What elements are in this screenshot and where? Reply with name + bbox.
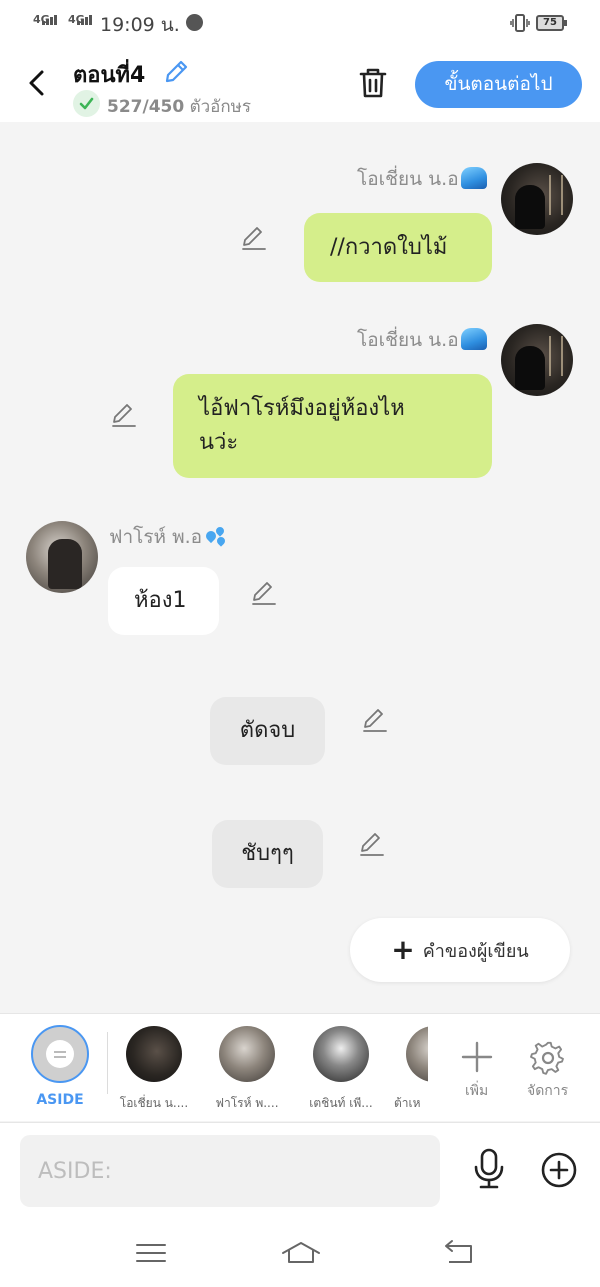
edit-message-icon[interactable] bbox=[361, 706, 389, 734]
message-sender: โอเชี่ยน น.อ bbox=[357, 164, 487, 194]
character-name: ฟาโรห์ พ.... bbox=[215, 1096, 279, 1110]
aside-label: ASIDE bbox=[36, 1092, 84, 1108]
aside-character-button[interactable] bbox=[31, 1025, 89, 1083]
character-avatar-partial[interactable] bbox=[406, 1026, 428, 1082]
system-navigation-bar bbox=[0, 1220, 600, 1287]
character-avatar-techin[interactable] bbox=[313, 1026, 369, 1082]
character-name: ต้าเห bbox=[394, 1096, 421, 1110]
back-arrow-icon[interactable] bbox=[22, 66, 52, 100]
narration-bubble[interactable]: ตัดจบ bbox=[210, 697, 325, 765]
messenger-icon bbox=[186, 14, 203, 31]
signal-icon bbox=[42, 15, 57, 25]
character-name: โอเชี่ยน น.... bbox=[119, 1096, 189, 1110]
app-header: ตอนที่4 527/450 ตัวอักษร ขั้นตอนต่อไป bbox=[0, 46, 600, 122]
message-bubble[interactable]: ไอ้ฟาโรห์มึงอยู่ห้องไห นว่ะ bbox=[173, 374, 492, 478]
vibrate-icon bbox=[510, 14, 530, 32]
character-selector: ASIDE โอเชี่ยน น.... ฟาโรห์ พ.... เตชินท… bbox=[0, 1013, 600, 1121]
manage-label: จัดการ bbox=[527, 1083, 569, 1099]
add-label: เพิ่ม bbox=[465, 1083, 489, 1099]
message-input[interactable] bbox=[20, 1135, 440, 1207]
avatar-pharaoh[interactable] bbox=[26, 521, 98, 593]
character-avatar-ocean[interactable] bbox=[126, 1026, 182, 1082]
edit-message-icon[interactable] bbox=[358, 830, 386, 858]
signal-icon-2 bbox=[77, 15, 92, 25]
avatar-ocean[interactable] bbox=[501, 324, 573, 396]
edit-title-icon[interactable] bbox=[162, 58, 190, 86]
battery-icon: 75 bbox=[536, 15, 567, 31]
author-note-label: คำของผู้เขียน bbox=[422, 940, 529, 962]
back-nav-icon[interactable] bbox=[441, 1238, 475, 1268]
character-name: เตชินท์ เพี... bbox=[309, 1096, 373, 1110]
sweat-drops-emoji-icon bbox=[204, 525, 228, 547]
gear-icon[interactable] bbox=[530, 1040, 566, 1076]
message-sender: โอเชี่ยน น.อ bbox=[357, 325, 487, 355]
divider bbox=[107, 1032, 108, 1094]
avatar-ocean[interactable] bbox=[501, 163, 573, 235]
episode-title: ตอนที่4 bbox=[73, 63, 146, 88]
author-note-button[interactable]: + คำของผู้เขียน bbox=[350, 918, 570, 982]
message-text-line: นว่ะ bbox=[199, 430, 239, 455]
character-avatar-pharaoh[interactable] bbox=[219, 1026, 275, 1082]
edit-message-icon[interactable] bbox=[110, 401, 138, 429]
count-value: 527/450 bbox=[107, 97, 185, 117]
clock: 19:09 น. bbox=[100, 14, 180, 36]
edit-message-icon[interactable] bbox=[250, 579, 278, 607]
narration-bubble[interactable]: ชับๆๆ bbox=[212, 820, 323, 888]
status-bar: 4G 4G 19:09 น. 75 bbox=[0, 0, 600, 46]
character-count: 527/450 ตัวอักษร bbox=[107, 93, 251, 120]
next-step-button[interactable]: ขั้นตอนต่อไป bbox=[415, 61, 582, 108]
composer-bar bbox=[0, 1122, 600, 1220]
wave-emoji-icon bbox=[460, 167, 487, 189]
home-icon[interactable] bbox=[281, 1238, 321, 1268]
plus-icon: + bbox=[391, 933, 415, 966]
trash-icon[interactable] bbox=[357, 66, 389, 100]
wave-emoji-icon bbox=[460, 328, 487, 350]
message-bubble[interactable]: ห้อง1 bbox=[108, 567, 219, 635]
menu-icon[interactable] bbox=[134, 1238, 168, 1268]
message-bubble[interactable]: //กวาดใบไม้ bbox=[304, 213, 492, 282]
count-unit: ตัวอักษร bbox=[189, 97, 252, 117]
add-attachment-icon[interactable] bbox=[540, 1151, 578, 1189]
microphone-icon[interactable] bbox=[470, 1147, 508, 1191]
check-icon bbox=[73, 90, 100, 117]
edit-message-icon[interactable] bbox=[240, 224, 268, 252]
message-text-line: ไอ้ฟาโรห์มึงอยู่ห้องไห bbox=[199, 396, 405, 421]
message-sender: ฟาโรห์ พ.อ bbox=[109, 522, 228, 552]
add-character-icon[interactable] bbox=[460, 1040, 494, 1074]
aside-icon bbox=[46, 1040, 74, 1068]
